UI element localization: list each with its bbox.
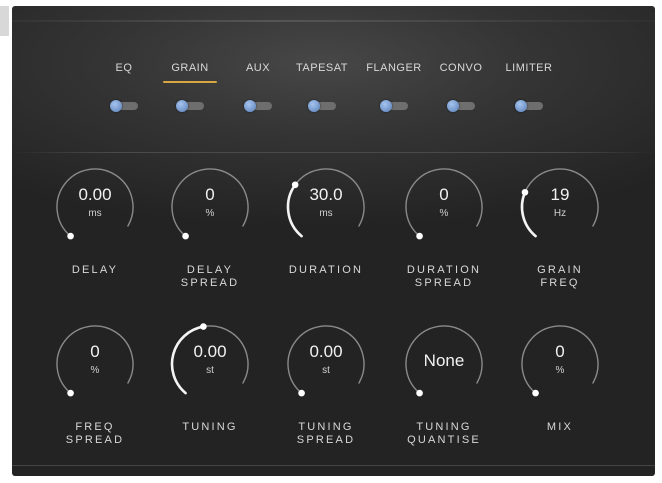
tab-convo[interactable]: CONVO [440,62,483,74]
knob-tuning-quantise[interactable]: None [401,321,487,407]
knob-value: 19 [550,185,570,204]
knob-label-delay: DELAY [71,264,119,276]
toggle-convo[interactable] [447,100,475,112]
tab-flanger[interactable]: FLANGER [366,62,421,74]
knob-label-duration-spread: DURATION SPREAD [406,264,482,289]
knob-indicator-dot [182,232,189,240]
knob-indicator-dot [532,389,539,397]
tab-limiter[interactable]: LIMITER [506,62,553,74]
knob-unit: % [205,208,215,219]
tab-eq[interactable]: EQ [116,62,133,74]
knob-ring [56,325,134,397]
knob-unit: % [555,365,565,376]
knob-label-delay-spread: DELAY SPREAD [180,264,240,289]
knob-tuning-spread[interactable]: 0.00 st [283,321,369,407]
knob-ring [56,168,134,240]
toggle-tapesat[interactable] [308,100,336,112]
toggle-thumb [380,100,392,112]
section-divider [12,152,655,153]
knob-indicator-dot [416,389,423,397]
knob-label-tuning-quantise: TUNING QUANTISE [407,421,481,446]
toggle-thumb [110,100,122,112]
knob-value: 30.0 [309,185,343,204]
knob-tuning[interactable]: 0.00 st [167,321,253,407]
knob-value: 0.00 [309,342,343,361]
window-edge [0,6,9,36]
knob-unit: % [439,208,449,219]
knob-duration-spread[interactable]: 0% [401,164,487,250]
toggle-thumb [244,100,256,112]
toggle-limiter[interactable] [515,100,543,112]
knob-unit: st [206,365,214,376]
knob-indicator-dot [200,323,207,330]
top-bevel [12,20,655,22]
knob-unit: st [322,365,330,376]
knob-indicator-dot [67,232,74,240]
toggle-flanger[interactable] [380,100,408,112]
knob-value: 0 [90,342,100,361]
knob-delay[interactable]: 0.00 ms [52,164,138,250]
knob-duration[interactable]: 30.0 ms [283,164,369,250]
knob-value: 0 [205,185,215,204]
knob-value: 0.00 [193,342,227,361]
knob-label-tuning-spread: TUNING SPREAD [296,421,356,446]
knob-ring [286,168,365,238]
grain-effect-panel: EQ GRAIN AUX TAPESAT FLANGER CONVO LIMITER 0.0… [12,6,655,476]
knob-label-grain-freq: GRAIN FREQ [537,264,583,289]
knob-label-mix: MIX [546,421,574,433]
toggle-aux[interactable] [244,100,272,112]
bottom-bevel [12,465,655,466]
knob-label-duration: DURATION [288,264,364,276]
knob-indicator-dot [67,389,74,397]
knob-ring [520,168,599,238]
knob-ring [170,323,249,395]
knob-mix[interactable]: 0% [517,321,603,407]
knob-value: None [423,351,465,370]
knob-unit: ms [319,208,333,219]
knob-ring [287,325,365,397]
toggle-thumb [176,100,188,112]
toggle-thumb [515,100,527,112]
knob-ring [171,168,249,240]
knob-unit: Hz [553,208,567,219]
knob-unit: ms [88,208,102,219]
knob-freq-spread[interactable]: 0% [52,321,138,407]
knob-grain-freq[interactable]: 19 Hz [517,164,603,250]
tab-aux[interactable]: AUX [246,62,270,74]
toggle-eq[interactable] [110,100,138,112]
toggle-thumb [308,100,320,112]
knob-value: 0 [439,185,449,204]
knob-indicator-dot [416,232,423,240]
knob-label-freq-spread: FREQ SPREAD [65,421,125,446]
knob-unit: % [90,365,100,376]
knob-ring [521,325,599,397]
knob-ring [405,168,483,240]
knob-delay-spread[interactable]: 0% [167,164,253,250]
knob-value: 0.00 [78,185,112,204]
knob-value: 0 [555,342,565,361]
knob-label-tuning: TUNING [182,421,238,433]
active-tab-underline [163,81,217,83]
toggle-grain[interactable] [176,100,204,112]
tab-tapesat[interactable]: TAPESAT [296,62,348,74]
tab-grain[interactable]: GRAIN [171,62,208,74]
knob-indicator-dot [298,389,305,397]
toggle-thumb [447,100,459,112]
